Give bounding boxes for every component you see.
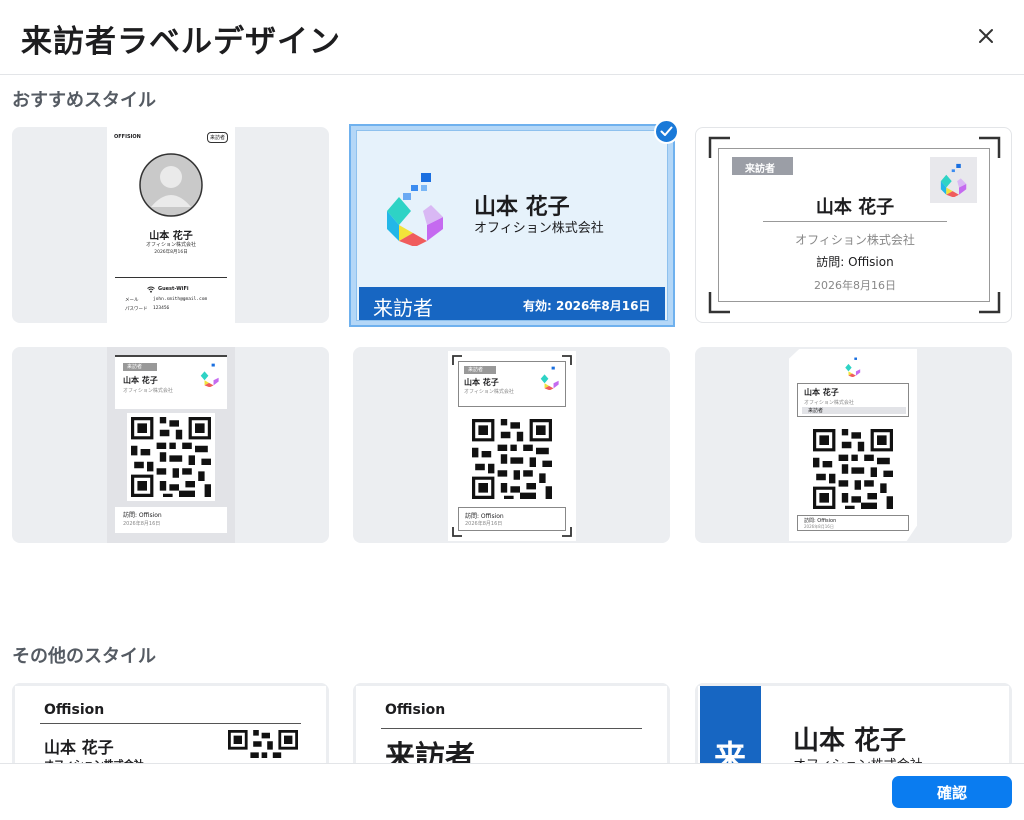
logo-icon bbox=[845, 357, 861, 377]
role-badge: 来訪者 bbox=[732, 157, 793, 175]
pass-label: パスワード bbox=[125, 307, 148, 312]
style-card-framed[interactable]: 来訪者 山本 花子 オフィション株式会社 訪問: Offision 2026年8… bbox=[695, 127, 1012, 323]
badge-preview: 来訪者 山本 花子 オフィション株式会社 訪問: Offision 2026年8… bbox=[107, 347, 235, 543]
visit-text: 訪問: Offision bbox=[465, 513, 504, 520]
visit-date: 2026年8月16日 bbox=[154, 250, 188, 255]
other-style-card-side-banner[interactable]: 来 山本 花子 オフィション株式会社 bbox=[695, 683, 1012, 773]
brand-text: Offision bbox=[385, 702, 446, 718]
style-card-selected[interactable]: 山本 花子 オフィション株式会社 来訪者 有効: 2026年8月16日 bbox=[349, 124, 675, 327]
visitor-company: オフィション株式会社 bbox=[123, 388, 173, 394]
visitor-name: 山本 花子 bbox=[123, 376, 158, 385]
brand-text: OFFISION bbox=[114, 134, 141, 140]
other-style-card-brand-large[interactable]: Offision 来訪者 bbox=[353, 683, 670, 773]
label-design-dialog: 来訪者ラベルデザイン おすすめスタイル OFFISION 来訪者 山本 花子 オ… bbox=[0, 0, 1024, 820]
avatar-icon bbox=[139, 153, 203, 217]
visitor-name: 山本 花子 bbox=[793, 726, 907, 756]
badge-preview: OFFISION 来訪者 山本 花子 オフィション株式会社 2026年8月16日… bbox=[107, 127, 235, 323]
visitor-company: オフィション株式会社 bbox=[804, 400, 854, 406]
badge-preview: Offision 山本 花子 オフィション株式会社 bbox=[15, 686, 326, 773]
style-card-qr-folded[interactable]: 山本 花子 オフィション株式会社 来訪者 訪問: Offision 2026年8… bbox=[695, 347, 1012, 543]
dialog-header: 来訪者ラベルデザイン bbox=[0, 0, 1024, 75]
qr-code-icon bbox=[131, 417, 211, 497]
side-banner: 来 bbox=[700, 686, 761, 773]
visit-date: 2026年8月16日 bbox=[465, 521, 503, 527]
confirm-button[interactable]: 確認 bbox=[892, 776, 1012, 808]
section-other-label: その他のスタイル bbox=[12, 646, 156, 667]
badge-preview: 山本 花子 オフィション株式会社 来訪者 有効: 2026年8月16日 bbox=[356, 130, 668, 321]
qr-code bbox=[127, 413, 215, 501]
visitor-company: オフィション株式会社 bbox=[474, 221, 604, 236]
wifi-icon bbox=[147, 286, 155, 293]
visitor-name: 山本 花子 bbox=[149, 231, 193, 242]
close-button[interactable] bbox=[970, 20, 1002, 52]
info-block: 山本 花子 オフィション株式会社 来訪者 bbox=[797, 383, 909, 417]
selected-check-badge bbox=[654, 119, 679, 144]
visit-text: 訪問: Offision bbox=[804, 518, 837, 524]
visitor-name: 山本 花子 bbox=[464, 378, 499, 387]
divider bbox=[40, 723, 301, 724]
visit-date: 2026年8月16日 bbox=[814, 279, 896, 292]
visitor-banner: 来訪者 有効: 2026年8月16日 bbox=[359, 287, 665, 320]
visit-text: 訪問: Offision bbox=[816, 255, 894, 269]
visitor-company: オフィション株式会社 bbox=[464, 389, 514, 395]
divider bbox=[115, 277, 227, 278]
mail-value: john.smith@gmail.com bbox=[153, 297, 208, 302]
qr-code-icon bbox=[472, 419, 552, 499]
dialog-footer bbox=[0, 763, 1024, 820]
visitor-company: オフィション株式会社 bbox=[795, 233, 915, 247]
visitor-name: 山本 花子 bbox=[44, 738, 114, 757]
visit-date: 2026年8月16日 bbox=[123, 521, 161, 527]
visit-text: 訪問: Offision bbox=[123, 512, 162, 519]
wifi-name: Guest-WiFi bbox=[158, 286, 189, 292]
valid-date: 有効: 2026年8月16日 bbox=[523, 299, 651, 313]
mail-label: メール bbox=[125, 298, 139, 303]
visit-date: 2026年8月16日 bbox=[804, 524, 834, 529]
check-icon bbox=[660, 126, 673, 136]
role-badge: 来訪者 bbox=[207, 132, 229, 143]
style-card-qr-gray[interactable]: 来訪者 山本 花子 オフィション株式会社 訪問: Offision 2026年8… bbox=[12, 347, 329, 543]
close-icon bbox=[979, 29, 993, 43]
visit-block: 訪問: Offision 2026年8月16日 bbox=[458, 507, 566, 531]
brand-text: Offision bbox=[44, 702, 105, 718]
divider bbox=[763, 221, 947, 222]
badge-preview: 来訪者 山本 花子 オフィション株式会社 訪問: Offision 2026年8… bbox=[718, 148, 990, 302]
visitor-name: 山本 花子 bbox=[815, 197, 895, 218]
visit-block: 訪問: Offision 2026年8月16日 bbox=[797, 515, 909, 531]
logo-icon bbox=[387, 173, 443, 246]
logo-icon bbox=[940, 163, 967, 197]
visitor-name: 山本 花子 bbox=[804, 388, 839, 397]
info-block: 来訪者 山本 花子 オフィション株式会社 bbox=[458, 361, 566, 407]
style-card-qr-framed[interactable]: 来訪者 山本 花子 オフィション株式会社 訪問: Offision 2026年8… bbox=[353, 347, 670, 543]
visitor-company: オフィション株式会社 bbox=[146, 242, 196, 248]
pass-value: 123456 bbox=[153, 306, 170, 311]
badge-preview: Offision 来訪者 bbox=[356, 686, 667, 773]
style-card-portrait-wifi[interactable]: OFFISION 来訪者 山本 花子 オフィション株式会社 2026年8月16日… bbox=[12, 127, 329, 323]
role-label: 来訪者 bbox=[373, 296, 433, 320]
badge-preview: 来訪者 山本 花子 オフィション株式会社 訪問: Offision 2026年8… bbox=[448, 351, 576, 541]
section-recommended-label: おすすめスタイル bbox=[12, 90, 156, 111]
logo-icon bbox=[540, 366, 559, 390]
visit-block: 訪問: Offision 2026年8月16日 bbox=[115, 507, 227, 533]
info-block: 来訪者 山本 花子 オフィション株式会社 bbox=[115, 355, 227, 409]
badge-preview: 来 山本 花子 オフィション株式会社 bbox=[698, 686, 1009, 773]
other-style-card-brand-qr[interactable]: Offision 山本 花子 オフィション株式会社 bbox=[12, 683, 329, 773]
qr-code-icon bbox=[813, 429, 893, 509]
divider bbox=[381, 728, 642, 729]
badge-preview: 山本 花子 オフィション株式会社 来訪者 訪問: Offision 2026年8… bbox=[789, 349, 917, 541]
dialog-title: 来訪者ラベルデザイン bbox=[21, 24, 341, 60]
logo-icon bbox=[200, 363, 219, 387]
